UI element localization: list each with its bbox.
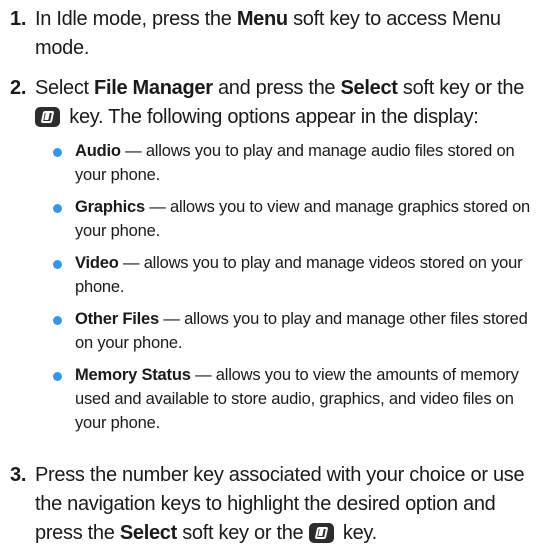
bullet-icon	[53, 372, 62, 381]
list-item: Video — allows you to play and manage vi…	[53, 251, 531, 299]
list-item: Other Files — allows you to play and man…	[53, 307, 531, 355]
select-key-label: Select	[340, 77, 398, 99]
step-text: Select File Manager and press the Select…	[35, 77, 525, 128]
step-2: 2. Select File Manager and press the Sel…	[10, 74, 531, 132]
option-title: Memory Status	[75, 366, 191, 384]
bullet-icon	[53, 260, 62, 269]
step-number: 2.	[10, 77, 27, 99]
select-key-label: Select	[119, 522, 177, 544]
options-list: Audio — allows you to play and manage au…	[53, 139, 531, 443]
ok-key-icon	[35, 107, 60, 127]
step-number: 1.	[10, 8, 27, 30]
ok-key-icon	[308, 523, 334, 543]
step-3: 3. Press the number key associated with …	[10, 461, 531, 548]
option-title: Graphics	[75, 198, 145, 216]
list-item: Graphics — allows you to view and manage…	[53, 195, 531, 243]
option-title: Video	[75, 254, 119, 272]
bullet-icon	[53, 148, 62, 157]
step-text: Press the number key associated with you…	[35, 464, 525, 544]
list-item: Memory Status — allows you to view the a…	[53, 363, 531, 435]
option-desc: — allows you to play and manage audio fi…	[75, 142, 515, 184]
file-manager-label: File Manager	[94, 77, 213, 99]
step-1: 1. In Idle mode, press the Menu soft key…	[10, 5, 531, 63]
bullet-icon	[53, 316, 62, 325]
option-title: Other Files	[75, 310, 159, 328]
menu-key-label: Menu	[236, 8, 288, 30]
option-desc: — allows you to play and manage videos s…	[75, 254, 523, 296]
list-item: Audio — allows you to play and manage au…	[53, 139, 531, 187]
bullet-icon	[53, 204, 62, 213]
step-text: In Idle mode, press the Menu soft key to…	[35, 8, 501, 59]
step-number: 3.	[10, 464, 27, 486]
option-title: Audio	[75, 142, 121, 160]
